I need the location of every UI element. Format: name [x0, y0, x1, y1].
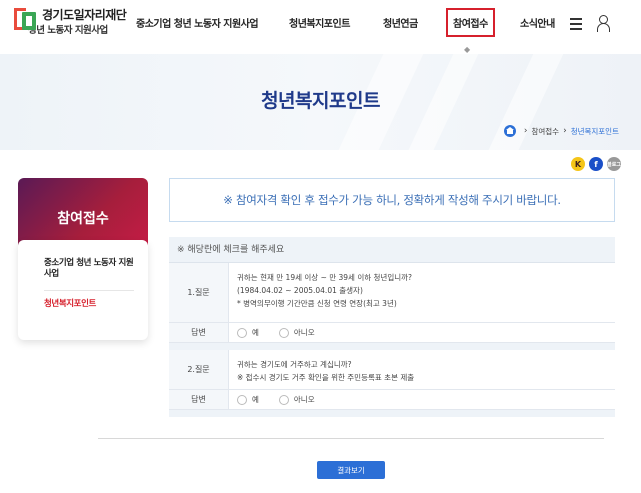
radio-circle-icon[interactable]: [237, 327, 247, 338]
breadcrumb-item-current[interactable]: 청년복지포인트: [571, 126, 619, 137]
question-line: 귀하는 경기도에 거주하고 계십니까?: [237, 360, 352, 369]
radio-circle-icon[interactable]: [278, 327, 289, 338]
page-banner: 청년복지포인트 › 참여접수 › 청년복지포인트: [0, 54, 641, 150]
main-nav: 중소기업 청년 노동자 지원사업 청년복지포인트 청년연금 참여접수 소식안내: [0, 8, 641, 37]
answer-label: 답변: [169, 323, 229, 342]
answer-row: 답변 예 아니오: [169, 323, 615, 343]
question-row: 1.질문 귀하는 현재 만 19세 이상 ~ 만 39세 이하 청년입니까? (…: [169, 263, 615, 323]
form-instruction: ※ 해당란에 체크를 해주세요: [169, 237, 615, 263]
radio-label: 아니오: [293, 328, 315, 337]
radio-label: 예: [252, 395, 259, 404]
sidebar-item-welfare-point[interactable]: 청년복지포인트: [44, 291, 134, 320]
share-buttons: K f 블로그: [571, 157, 621, 171]
breadcrumb-item-apply[interactable]: 참여접수: [531, 126, 559, 137]
hamburger-menu-icon[interactable]: [568, 14, 586, 32]
radio-label: 예: [252, 328, 259, 337]
breadcrumb-separator-icon: ›: [563, 126, 567, 136]
nav-hover-indicator-icon: ◆: [464, 45, 471, 54]
eligibility-notice: ※ 참여자격 확인 후 접수가 가능 하니, 정확하게 작성해 주시기 바랍니다…: [169, 178, 615, 222]
question-line: (1984.04.02 ~ 2005.04.01 출생자): [237, 286, 363, 295]
blog-share-icon[interactable]: 블로그: [607, 157, 621, 171]
q1-no-radio[interactable]: 아니오: [278, 326, 315, 339]
facebook-share-icon[interactable]: f: [589, 157, 603, 171]
question-row: 2.질문 귀하는 경기도에 거주하고 계십니까? ※ 접수시 경기도 거주 확인…: [169, 350, 615, 390]
radio-label: 아니오: [293, 395, 315, 404]
q2-no-radio[interactable]: 아니오: [278, 393, 315, 406]
nav-item-apply[interactable]: 참여접수: [446, 8, 495, 37]
question-text: 귀하는 현재 만 19세 이상 ~ 만 39세 이하 청년입니까? (1984.…: [229, 263, 615, 322]
view-result-button[interactable]: 결과보기: [317, 461, 385, 479]
sidebar-menu: 중소기업 청년 노동자 지원사업 청년복지포인트: [18, 240, 148, 340]
sidebar-header: 참여접수: [18, 178, 148, 246]
answer-row: 답변 예 아니오: [169, 390, 615, 410]
nav-item-sme-youth[interactable]: 중소기업 청년 노동자 지원사업: [136, 15, 259, 30]
question-label: 2.질문: [169, 350, 229, 389]
answer-label: 답변: [169, 390, 229, 409]
question-label: 1.질문: [169, 263, 229, 322]
eligibility-form: ※ 해당란에 체크를 해주세요 1.질문 귀하는 현재 만 19세 이상 ~ 만…: [169, 237, 615, 417]
row-spacer: [169, 410, 615, 417]
nav-item-welfare-point[interactable]: 청년복지포인트: [289, 15, 350, 30]
radio-circle-icon[interactable]: [278, 394, 289, 405]
page-title: 청년복지포인트: [261, 90, 380, 112]
nav-item-news[interactable]: 소식안내: [520, 15, 555, 30]
q2-yes-radio[interactable]: 예: [237, 393, 259, 406]
question-line: * 병역의무이행 기간만큼 신청 연령 연장(최고 3년): [237, 299, 397, 308]
home-icon[interactable]: [503, 125, 516, 137]
question-text: 귀하는 경기도에 거주하고 계십니까? ※ 접수시 경기도 거주 확인을 위한 …: [229, 350, 615, 389]
nav-item-youth-pension[interactable]: 청년연금: [383, 15, 418, 30]
question-line: ※ 접수시 경기도 거주 확인을 위한 주민등록표 초본 제출: [237, 373, 415, 382]
breadcrumb: › 참여접수 › 청년복지포인트: [503, 125, 619, 137]
question-line: 귀하는 현재 만 19세 이상 ~ 만 39세 이하 청년입니까?: [237, 273, 413, 282]
sidebar-item-sme-youth[interactable]: 중소기업 청년 노동자 지원사업: [44, 258, 134, 291]
sidebar-title: 참여접수: [57, 211, 109, 227]
row-spacer: [169, 343, 615, 350]
breadcrumb-separator-icon: ›: [523, 126, 528, 136]
kakao-share-icon[interactable]: K: [571, 157, 585, 171]
user-icon[interactable]: [595, 14, 613, 32]
q1-yes-radio[interactable]: 예: [237, 326, 259, 339]
section-divider: [98, 438, 604, 439]
site-header: 경기도일자리재단 청년 노동자 지원사업 중소기업 청년 노동자 지원사업 청년…: [0, 0, 641, 54]
radio-circle-icon[interactable]: [237, 394, 247, 405]
